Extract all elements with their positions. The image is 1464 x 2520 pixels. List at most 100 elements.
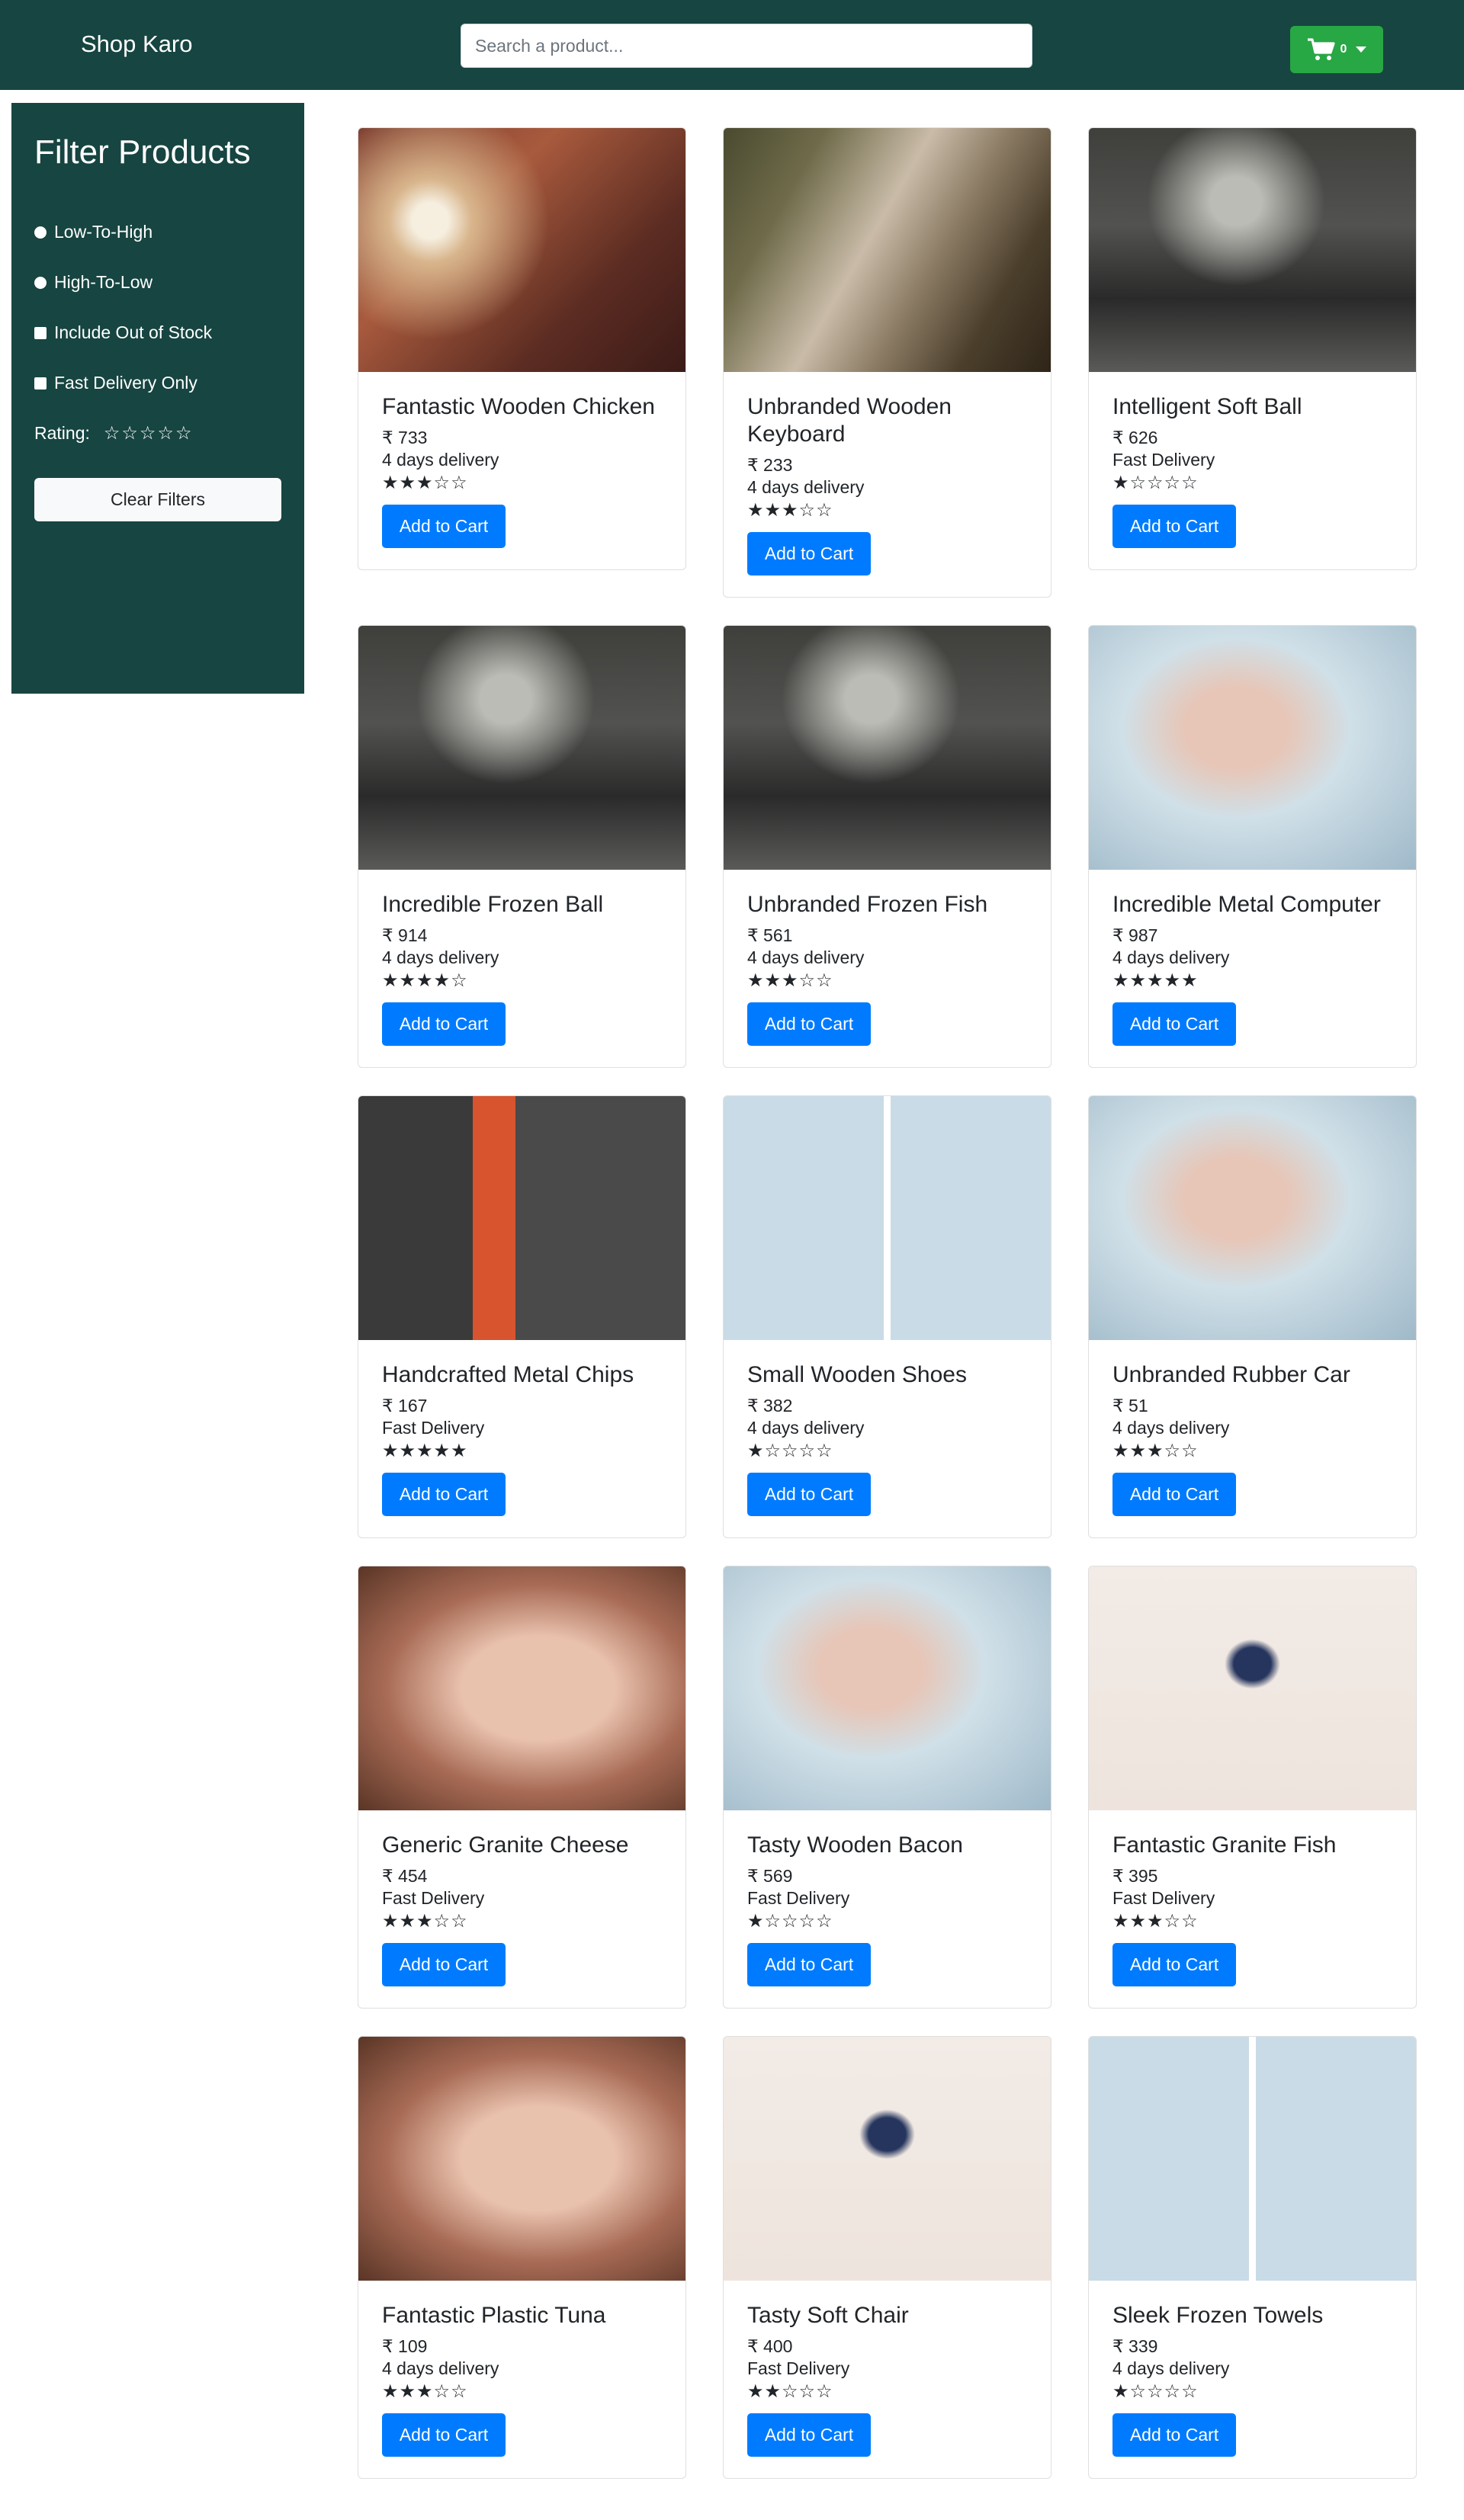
- star-filled-icon: ★: [433, 970, 451, 991]
- add-to-cart-button[interactable]: Add to Cart: [747, 1002, 871, 1046]
- star-filled-icon: ★: [382, 2381, 399, 2402]
- star-outline-icon: ☆: [451, 970, 467, 991]
- product-name: Handcrafted Metal Chips: [382, 1362, 634, 1387]
- star-outline-icon[interactable]: ☆: [157, 424, 174, 443]
- star-outline-icon[interactable]: ☆: [175, 424, 192, 443]
- star-filled-icon: ★: [1112, 473, 1129, 493]
- product-price: ₹ 733: [382, 428, 428, 447]
- filter-include-out-of-stock[interactable]: Include Out of Stock: [34, 322, 212, 343]
- star-filled-icon: ★: [416, 970, 433, 991]
- star-outline-icon[interactable]: ☆: [121, 424, 138, 443]
- checkbox-icon[interactable]: [34, 326, 47, 339]
- star-outline-icon: ☆: [782, 1441, 798, 1461]
- star-filled-icon: ★: [747, 2381, 764, 2402]
- product-card: Tasty Wooden Bacon ₹ 569 Fast Delivery ★…: [723, 1566, 1051, 2009]
- star-filled-icon: ★: [399, 1911, 416, 1932]
- rating-stars: ☆ ☆ ☆ ☆ ☆: [104, 424, 192, 443]
- checkbox-icon[interactable]: [34, 377, 47, 390]
- add-to-cart-button[interactable]: Add to Cart: [747, 1473, 871, 1516]
- product-price: ₹ 561: [747, 925, 793, 945]
- add-to-cart-button[interactable]: Add to Cart: [747, 2413, 871, 2457]
- shopping-cart-icon: [1307, 38, 1335, 60]
- product-card: Unbranded Frozen Fish ₹ 561 4 days deliv…: [723, 625, 1051, 1068]
- filter-fast-delivery[interactable]: Fast Delivery Only: [34, 373, 197, 393]
- product-card: Unbranded Wooden Keyboard ₹ 233 4 days d…: [723, 127, 1051, 598]
- product-rating: ★ ★ ☆ ☆ ☆: [747, 2381, 1027, 2403]
- product-price: ₹ 914: [382, 925, 428, 945]
- delivery-info: 4 days delivery: [747, 477, 865, 497]
- product-image: [1089, 626, 1416, 870]
- add-to-cart-button[interactable]: Add to Cart: [382, 1473, 506, 1516]
- product-image: [724, 128, 1051, 372]
- sort-low-to-high[interactable]: Low-To-High: [34, 222, 152, 242]
- product-rating: ★ ☆ ☆ ☆ ☆: [747, 1911, 1027, 1932]
- product-image: [1089, 1566, 1416, 1810]
- star-filled-icon: ★: [382, 473, 399, 493]
- add-to-cart-button[interactable]: Add to Cart: [1112, 1473, 1236, 1516]
- add-to-cart-button[interactable]: Add to Cart: [747, 1943, 871, 1986]
- clear-filters-button[interactable]: Clear Filters: [34, 478, 281, 521]
- product-rating: ★ ☆ ☆ ☆ ☆: [1112, 473, 1392, 494]
- star-outline-icon: ☆: [451, 473, 467, 493]
- star-outline-icon: ☆: [1181, 1911, 1198, 1932]
- star-outline-icon[interactable]: ☆: [104, 424, 120, 443]
- product-rating: ★ ☆ ☆ ☆ ☆: [747, 1441, 1027, 1462]
- star-outline-icon: ☆: [1164, 2381, 1181, 2402]
- product-price: ₹ 382: [747, 1396, 793, 1415]
- delivery-info: 4 days delivery: [382, 2358, 499, 2378]
- delivery-info: 4 days delivery: [1112, 2358, 1230, 2378]
- filter-sidebar: Filter Products Low-To-High High-To-Low …: [11, 103, 304, 694]
- delivery-info: Fast Delivery: [382, 1888, 485, 1908]
- product-card: Small Wooden Shoes ₹ 382 4 days delivery…: [723, 1095, 1051, 1538]
- star-outline-icon: ☆: [798, 970, 816, 991]
- cart-dropdown-button[interactable]: 0: [1290, 26, 1383, 73]
- delivery-info: 4 days delivery: [382, 947, 499, 967]
- star-filled-icon: ★: [764, 2381, 782, 2402]
- add-to-cart-button[interactable]: Add to Cart: [1112, 505, 1236, 548]
- add-to-cart-button[interactable]: Add to Cart: [1112, 1943, 1236, 1986]
- product-image: [724, 1566, 1051, 1810]
- add-to-cart-button[interactable]: Add to Cart: [747, 532, 871, 575]
- product-card: Incredible Metal Computer ₹ 987 4 days d…: [1088, 625, 1417, 1068]
- add-to-cart-button[interactable]: Add to Cart: [382, 1002, 506, 1046]
- star-filled-icon: ★: [382, 1441, 399, 1461]
- star-filled-icon: ★: [747, 970, 764, 991]
- product-name: Incredible Frozen Ball: [382, 892, 604, 917]
- product-card: Fantastic Plastic Tuna ₹ 109 4 days deli…: [358, 2036, 686, 2479]
- product-card: Fantastic Granite Fish ₹ 395 Fast Delive…: [1088, 1566, 1417, 2009]
- star-filled-icon: ★: [1129, 1911, 1147, 1932]
- product-price: ₹ 167: [382, 1396, 428, 1415]
- star-outline-icon: ☆: [764, 1911, 782, 1932]
- star-outline-icon: ☆: [1129, 473, 1147, 493]
- sort-high-to-low[interactable]: High-To-Low: [34, 272, 152, 293]
- product-rating: ★ ★ ★ ★ ☆: [382, 970, 662, 992]
- search-input[interactable]: [461, 24, 1032, 68]
- rating-filter: Rating: ☆ ☆ ☆ ☆ ☆: [34, 423, 191, 444]
- delivery-info: Fast Delivery: [1112, 1888, 1215, 1908]
- star-filled-icon: ★: [1181, 970, 1198, 991]
- star-filled-icon: ★: [782, 500, 798, 521]
- product-rating: ★ ★ ★ ☆ ☆: [747, 970, 1027, 992]
- star-filled-icon: ★: [1164, 970, 1181, 991]
- product-price: ₹ 233: [747, 455, 793, 475]
- product-price: ₹ 395: [1112, 1866, 1158, 1886]
- option-label: Fast Delivery Only: [54, 373, 197, 393]
- radio-icon[interactable]: [34, 226, 47, 239]
- radio-icon[interactable]: [34, 276, 47, 289]
- product-name: Tasty Soft Chair: [747, 2303, 909, 2328]
- add-to-cart-button[interactable]: Add to Cart: [382, 2413, 506, 2457]
- add-to-cart-button[interactable]: Add to Cart: [382, 505, 506, 548]
- add-to-cart-button[interactable]: Add to Cart: [1112, 2413, 1236, 2457]
- add-to-cart-button[interactable]: Add to Cart: [382, 1943, 506, 1986]
- star-filled-icon: ★: [399, 1441, 416, 1461]
- add-to-cart-button[interactable]: Add to Cart: [1112, 1002, 1236, 1046]
- star-filled-icon: ★: [416, 2381, 433, 2402]
- star-outline-icon: ☆: [433, 473, 451, 493]
- star-filled-icon: ★: [399, 970, 416, 991]
- brand-logo[interactable]: Shop Karo: [81, 30, 193, 58]
- product-price: ₹ 51: [1112, 1396, 1148, 1415]
- star-outline-icon[interactable]: ☆: [140, 424, 156, 443]
- star-outline-icon: ☆: [1164, 1911, 1181, 1932]
- star-outline-icon: ☆: [1181, 2381, 1198, 2402]
- product-name: Intelligent Soft Ball: [1112, 394, 1302, 419]
